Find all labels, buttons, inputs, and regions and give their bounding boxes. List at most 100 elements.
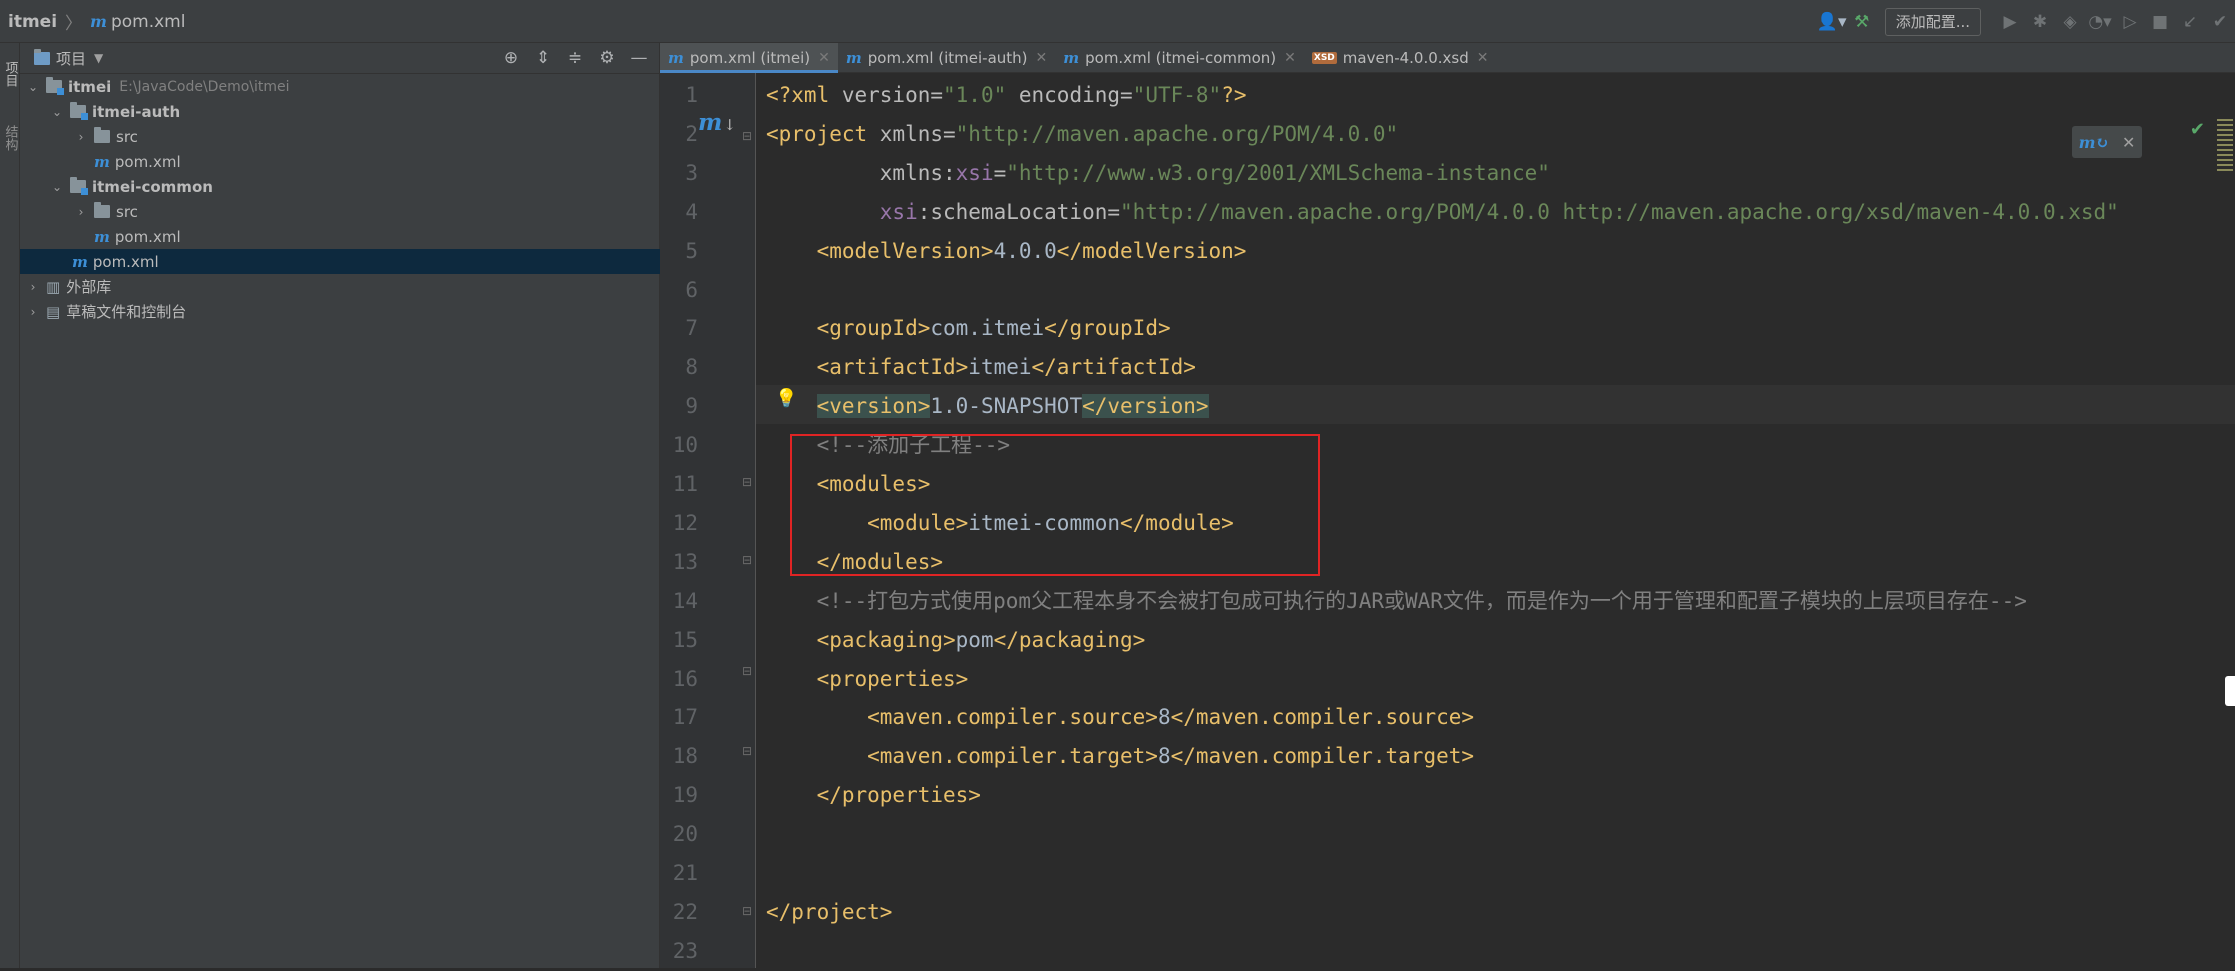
gear-icon[interactable]: ⚙ xyxy=(591,48,623,68)
tree-item-scratches[interactable]: › ▤ 草稿文件和控制台 xyxy=(20,299,666,324)
breadcrumb-file[interactable]: pom.xml xyxy=(111,12,186,32)
structure-tool-window-button[interactable]: 结构 xyxy=(0,113,20,163)
chevron-down-icon[interactable]: ⌄ xyxy=(50,180,64,194)
code-line[interactable]: 8 <artifactId>itmei</artifactId> xyxy=(660,348,2235,387)
stop-icon[interactable]: ■ xyxy=(2145,7,2175,37)
add-configuration-button[interactable]: 添加配置... xyxy=(1884,7,1981,36)
tab-pom-itmei[interactable]: m pom.xml (itmei) ✕ xyxy=(660,43,838,73)
tree-item-external-libraries[interactable]: › ▥ 外部库 xyxy=(20,274,666,299)
code-line[interactable]: 18 <maven.compiler.target>8</maven.compi… xyxy=(660,737,2235,776)
code-text[interactable]: </properties> xyxy=(766,776,981,815)
chevron-right-icon[interactable]: › xyxy=(26,305,40,319)
code-line[interactable]: 9 <version>1.0-SNAPSHOT</version> xyxy=(660,387,2235,426)
tab-pom-itmei-common[interactable]: m pom.xml (itmei-common) ✕ xyxy=(1055,43,1304,72)
code-text[interactable]: <modelVersion>4.0.0</modelVersion> xyxy=(766,232,1247,271)
code-text[interactable]: <version>1.0-SNAPSHOT</version> xyxy=(766,387,1209,426)
tree-item-pom-xml[interactable]: m pom.xml xyxy=(20,224,734,249)
run-icon[interactable]: ▶ xyxy=(1995,7,2025,37)
tree-item-label: 外部库 xyxy=(66,278,112,296)
code-line[interactable]: 4 xsi:schemaLocation="http://maven.apach… xyxy=(660,193,2235,232)
project-tool-label: 项目 xyxy=(2,61,18,87)
tree-item-src[interactable]: › src xyxy=(20,124,714,149)
code-line[interactable]: 15 <packaging>pom</packaging> xyxy=(660,621,2235,660)
run-dashboard-icon[interactable]: ▷ xyxy=(2115,7,2145,37)
expand-all-icon[interactable]: ⇕ xyxy=(527,48,559,68)
code-line[interactable]: 6 xyxy=(660,271,2235,310)
chevron-right-icon[interactable]: › xyxy=(74,205,88,219)
code-line[interactable]: 20 xyxy=(660,815,2235,854)
code-text[interactable]: <!--打包方式使用pom父工程本身不会被打包成可执行的JAR或WAR文件，而是… xyxy=(766,582,2027,621)
code-token: 8 xyxy=(1157,744,1171,769)
project-tool-window-button[interactable]: 项目 xyxy=(0,49,20,99)
library-icon: ▥ xyxy=(46,277,61,296)
code-text[interactable]: <?xml version="1.0" encoding="UTF-8"?> xyxy=(766,76,1246,115)
module-folder-icon xyxy=(70,177,88,195)
code-token: <modelVersion> xyxy=(766,238,994,263)
tree-item-itmei[interactable]: ⌄ itmei E:\JavaCode\Demo\itmei xyxy=(20,74,666,99)
code-line[interactable]: 22 </project> xyxy=(660,893,2235,932)
close-icon[interactable]: ✕ xyxy=(818,50,830,66)
line-number: 17 xyxy=(672,705,698,730)
chevron-right-icon[interactable]: › xyxy=(74,130,88,144)
code-token: version= xyxy=(841,83,944,107)
profile-icon[interactable]: ◔▾ xyxy=(2085,7,2115,37)
code-token: <!--打包方式使用pom父工程本身不会被打包成可执行的JAR或WAR文件，而是… xyxy=(766,588,2027,613)
code-text[interactable]: <project xmlns="http://maven.apache.org/… xyxy=(766,115,1398,154)
code-token: "http://www.w3.org/2001/XMLSchema-instan… xyxy=(1006,160,1550,185)
chevron-down-icon[interactable]: ⌄ xyxy=(26,80,40,94)
code-line[interactable]: 3 xmlns:xsi="http://www.w3.org/2001/XMLS… xyxy=(660,154,2235,193)
close-icon[interactable]: ✕ xyxy=(1036,50,1048,66)
user-icon[interactable]: 👤▾ xyxy=(1817,7,1847,37)
close-icon[interactable]: ✕ xyxy=(1284,50,1296,66)
code-text[interactable]: <packaging>pom</packaging> xyxy=(766,621,1146,660)
debug-icon[interactable]: ✱ xyxy=(2025,7,2055,37)
code-token: "1.0" xyxy=(943,83,1007,107)
tree-item-root-pom-xml[interactable]: m pom.xml xyxy=(20,249,712,274)
tree-item-src[interactable]: › src xyxy=(20,199,714,224)
tree-item-pom-xml[interactable]: m pom.xml xyxy=(20,149,734,174)
code-line[interactable]: 5 <modelVersion>4.0.0</modelVersion> xyxy=(660,232,2235,271)
code-text[interactable]: <maven.compiler.source>8</maven.compiler… xyxy=(766,698,1474,737)
code-line[interactable]: 17 <maven.compiler.source>8</maven.compi… xyxy=(660,698,2235,737)
chevron-down-icon[interactable]: ⌄ xyxy=(50,105,64,119)
vcs-commit-icon[interactable]: ✔ xyxy=(2205,7,2235,37)
close-icon[interactable]: ✕ xyxy=(2122,133,2135,152)
code-line[interactable]: 7 <groupId>com.itmei</groupId> xyxy=(660,309,2235,348)
scratch-console-icon: ▤ xyxy=(46,302,61,321)
code-line[interactable]: 2 <project xmlns="http://maven.apache.org… xyxy=(660,115,2235,154)
code-line[interactable]: 1 <?xml version="1.0" encoding="UTF-8"?> xyxy=(660,76,2235,115)
project-view-selector[interactable]: 项目 ▼ xyxy=(34,48,103,69)
code-token: 1.0-SNAPSHOT xyxy=(930,394,1083,419)
code-text[interactable]: <maven.compiler.target>8</maven.compiler… xyxy=(766,737,1474,776)
code-text[interactable]: <groupId>com.itmei</groupId> xyxy=(766,309,1171,348)
line-number: 22 xyxy=(672,899,698,924)
tree-item-itmei-auth[interactable]: ⌄ itmei-auth xyxy=(20,99,690,124)
code-line[interactable]: 19 </properties> xyxy=(660,776,2235,815)
code-text[interactable]: </project> xyxy=(766,893,892,932)
hide-panel-icon[interactable]: — xyxy=(623,48,655,68)
tree-item-itmei-common[interactable]: ⌄ itmei-common xyxy=(20,174,690,199)
code-line[interactable]: 14 <!--打包方式使用pom父工程本身不会被打包成可执行的JAR或WAR文件… xyxy=(660,582,2235,621)
code-text[interactable]: xmlns:xsi="http://www.w3.org/2001/XMLSch… xyxy=(766,154,1550,193)
chevron-right-icon[interactable]: › xyxy=(26,280,40,294)
locate-file-icon[interactable]: ⊕ xyxy=(495,48,527,68)
tab-maven-xsd[interactable]: XSD maven-4.0.0.xsd ✕ xyxy=(1304,43,1497,72)
code-line[interactable]: 16 <properties> xyxy=(660,660,2235,699)
coverage-icon[interactable]: ◈ xyxy=(2055,7,2085,37)
close-icon[interactable]: ✕ xyxy=(1477,50,1489,66)
code-line[interactable]: 23 xyxy=(660,932,2235,971)
code-text[interactable]: <artifactId>itmei</artifactId> xyxy=(766,348,1196,387)
tab-label: maven-4.0.0.xsd xyxy=(1342,48,1469,67)
vcs-update-icon[interactable]: ↙ xyxy=(2175,7,2205,37)
code-line[interactable]: 21 xyxy=(660,854,2235,893)
code-text[interactable]: <properties> xyxy=(766,660,969,699)
build-hammer-icon[interactable]: ⚒ xyxy=(1847,7,1877,37)
line-number: 14 xyxy=(672,588,698,613)
collapse-all-icon[interactable]: ≑ xyxy=(559,48,591,68)
maven-reload-icon[interactable]: m↻ xyxy=(2079,133,2109,152)
tree-item-label: 草稿文件和控制台 xyxy=(66,303,187,321)
code-token: 8 xyxy=(1157,705,1171,730)
tab-pom-itmei-auth[interactable]: m pom.xml (itmei-auth) ✕ xyxy=(838,43,1055,72)
code-text[interactable]: xsi:schemaLocation="http://maven.apache.… xyxy=(766,193,2119,232)
breadcrumb-project[interactable]: itmei xyxy=(8,12,57,32)
